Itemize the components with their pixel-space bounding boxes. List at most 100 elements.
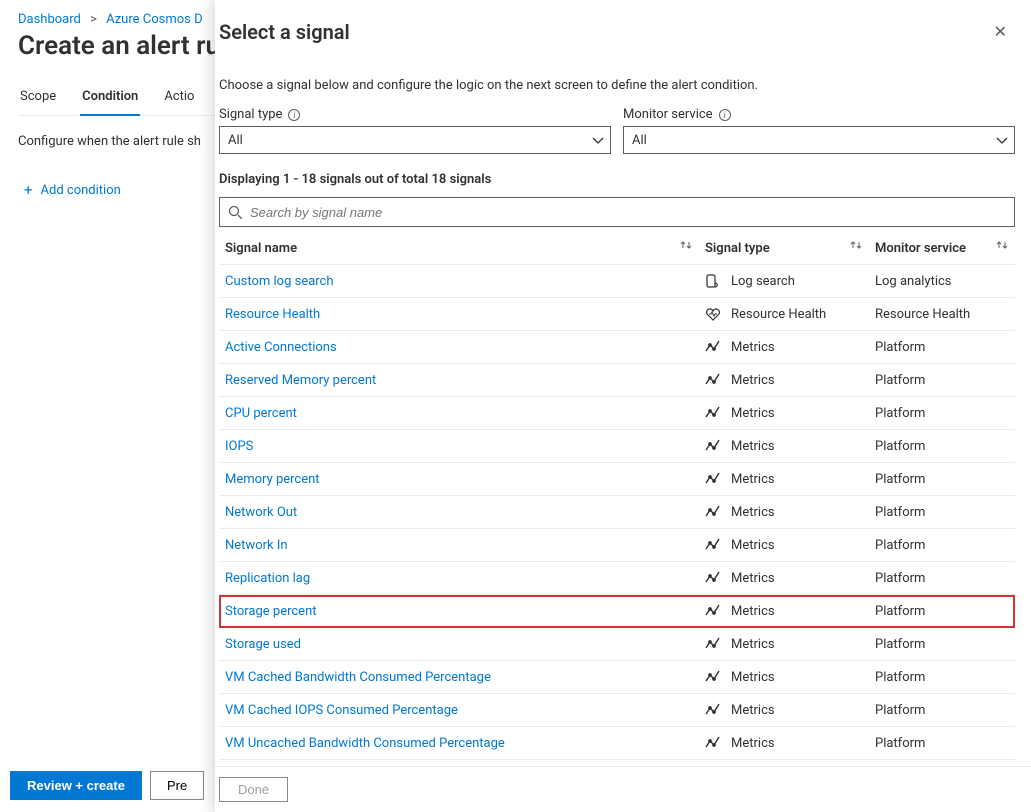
- table-row[interactable]: Replication lag Metrics Platform: [219, 562, 1015, 595]
- metrics-icon: [705, 636, 721, 652]
- monitor-service-select[interactable]: All: [623, 126, 1015, 154]
- signal-name-link[interactable]: Custom log search: [225, 274, 334, 289]
- signal-type-value: Log search: [731, 274, 795, 289]
- signal-type-value: Metrics: [731, 373, 775, 388]
- info-icon[interactable]: i: [288, 109, 300, 121]
- previous-button[interactable]: Pre: [150, 771, 204, 800]
- sort-icon: [995, 241, 1009, 252]
- monitor-service-value: Platform: [869, 397, 1015, 430]
- signal-type-value: Metrics: [731, 703, 775, 718]
- signal-name-link[interactable]: Memory percent: [225, 472, 320, 487]
- signal-type-value: Metrics: [731, 439, 775, 454]
- metrics-icon: [705, 537, 721, 553]
- monitor-service-value: Platform: [869, 562, 1015, 595]
- log-icon: [705, 273, 721, 289]
- monitor-service-value: All: [632, 133, 647, 148]
- breadcrumb-sep: >: [84, 12, 103, 27]
- metrics-icon: [705, 405, 721, 421]
- signal-type-value: Metrics: [731, 538, 775, 553]
- signal-name-link[interactable]: CPU percent: [225, 406, 297, 421]
- signal-name-link[interactable]: Reserved Memory percent: [225, 373, 376, 388]
- table-row[interactable]: Storage used Metrics Platform: [219, 628, 1015, 661]
- search-input[interactable]: [248, 204, 1006, 221]
- signal-type-value: Resource Health: [731, 307, 826, 322]
- signal-name-link[interactable]: Network In: [225, 538, 288, 553]
- monitor-service-value: Platform: [869, 331, 1015, 364]
- metrics-icon: [705, 603, 721, 619]
- signal-name-link[interactable]: Active Connections: [225, 340, 337, 355]
- signal-type-value: All: [228, 133, 243, 148]
- sort-icon: [849, 241, 863, 252]
- add-condition-button[interactable]: + Add condition: [24, 181, 121, 199]
- table-row[interactable]: VM Uncached Bandwidth Consumed Percentag…: [219, 727, 1015, 760]
- monitor-service-value: Platform: [869, 628, 1015, 661]
- monitor-service-value: Platform: [869, 430, 1015, 463]
- monitor-service-value: Platform: [869, 463, 1015, 496]
- signal-table-scroll[interactable]: Signal name Signal type Monitor service: [217, 233, 1015, 766]
- signal-type-value: Metrics: [731, 406, 775, 421]
- signal-type-value: Metrics: [731, 571, 775, 586]
- signal-name-link[interactable]: IOPS: [225, 439, 253, 454]
- monitor-service-label: Monitor service i: [623, 107, 1015, 122]
- signal-name-link[interactable]: Network Out: [225, 505, 297, 520]
- table-row[interactable]: Reserved Memory percentMetricsPlatform: [219, 364, 1015, 397]
- tab-actions[interactable]: Actio: [162, 85, 196, 115]
- signal-name-link[interactable]: Resource Health: [225, 307, 320, 322]
- monitor-service-value: Platform: [869, 529, 1015, 562]
- breadcrumb-item-cosmos[interactable]: Azure Cosmos D: [106, 12, 202, 27]
- monitor-service-value: Resource Health: [869, 298, 1015, 331]
- review-create-button[interactable]: Review + create: [10, 771, 142, 800]
- table-row[interactable]: Memory percent Metrics Platform: [219, 463, 1015, 496]
- heart-icon: [705, 306, 721, 322]
- signal-type-value: Metrics: [731, 670, 775, 685]
- metrics-icon: [705, 702, 721, 718]
- signal-type-label: Signal type i: [219, 107, 611, 122]
- panel-title: Select a signal: [219, 20, 350, 44]
- signal-name-link[interactable]: VM Uncached Bandwidth Consumed Percentag…: [225, 736, 505, 751]
- metrics-icon: [705, 471, 721, 487]
- signal-name-link[interactable]: Storage percent: [225, 604, 317, 619]
- col-signal-type[interactable]: Signal type: [699, 233, 869, 265]
- metrics-icon: [705, 669, 721, 685]
- monitor-service-value: Platform: [869, 727, 1015, 760]
- tab-condition[interactable]: Condition: [80, 85, 140, 116]
- table-row[interactable]: Custom log searchLog searchLog analytics: [219, 265, 1015, 298]
- chevron-down-icon: [592, 135, 602, 145]
- sort-icon: [679, 241, 693, 252]
- table-row[interactable]: VM Cached IOPS Consumed Percentage Metric…: [219, 694, 1015, 727]
- info-icon[interactable]: i: [719, 109, 731, 121]
- metrics-icon: [705, 735, 721, 751]
- table-row[interactable]: Resource Health Resource Health Resource H…: [219, 298, 1015, 331]
- search-box[interactable]: [219, 197, 1015, 227]
- tab-scope[interactable]: Scope: [18, 85, 58, 115]
- signal-type-value: Metrics: [731, 637, 775, 652]
- signal-type-value: Metrics: [731, 505, 775, 520]
- col-monitor-service[interactable]: Monitor service: [869, 233, 1015, 265]
- monitor-service-value: Platform: [869, 595, 1015, 628]
- table-row[interactable]: Active ConnectionsMetricsPlatform: [219, 331, 1015, 364]
- table-row[interactable]: VM Cached Bandwidth Consumed Percentage M…: [219, 661, 1015, 694]
- signal-name-link[interactable]: VM Cached Bandwidth Consumed Percentage: [225, 670, 491, 685]
- signal-type-value: Metrics: [731, 736, 775, 751]
- metrics-icon: [705, 339, 721, 355]
- monitor-service-value: Platform: [869, 694, 1015, 727]
- table-row[interactable]: CPU percent Metrics Platform: [219, 397, 1015, 430]
- breadcrumb-item-dashboard[interactable]: Dashboard: [18, 12, 81, 27]
- signal-name-link[interactable]: Storage used: [225, 637, 301, 652]
- metrics-icon: [705, 372, 721, 388]
- metrics-icon: [705, 570, 721, 586]
- signal-type-select[interactable]: All: [219, 126, 611, 154]
- signal-name-link[interactable]: Replication lag: [225, 571, 310, 586]
- col-signal-name[interactable]: Signal name: [219, 233, 699, 265]
- table-row[interactable]: Network In Metrics Platform: [219, 529, 1015, 562]
- table-row[interactable]: Storage percentMetricsPlatform: [219, 595, 1015, 628]
- signal-name-link[interactable]: VM Cached IOPS Consumed Percentage: [225, 703, 458, 718]
- table-row[interactable]: IOPS Metrics Platform: [219, 430, 1015, 463]
- search-icon: [228, 205, 242, 219]
- close-icon[interactable]: ✕: [988, 20, 1013, 43]
- table-row[interactable]: Network OutMetricsPlatform: [219, 496, 1015, 529]
- done-button[interactable]: Done: [219, 777, 288, 802]
- chevron-down-icon: [996, 135, 1006, 145]
- signal-type-value: Metrics: [731, 472, 775, 487]
- signal-table: Signal name Signal type Monitor service: [219, 233, 1015, 760]
